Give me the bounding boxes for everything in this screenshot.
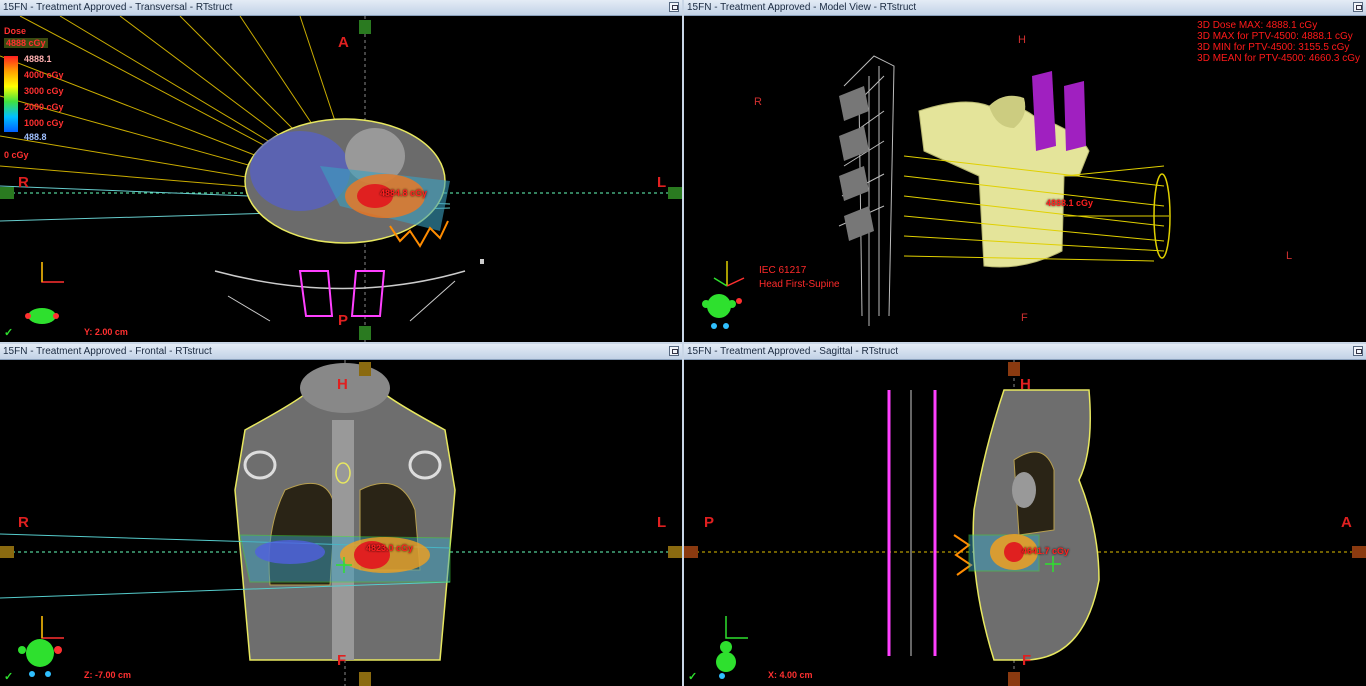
frontal-image	[0, 360, 682, 686]
sagittal-image	[684, 360, 1366, 686]
maximize-icon[interactable]	[669, 2, 679, 12]
dose-point-label: 4888.1 cGy	[1046, 198, 1094, 208]
frontal-pane[interactable]: 15FN - Treatment Approved - Frontal - RT…	[0, 344, 682, 686]
maximize-icon[interactable]	[1353, 2, 1363, 12]
orient-left-label: R	[754, 96, 762, 108]
iec-standard: IEC 61217	[759, 265, 807, 276]
stat-ptv-max: 3D MAX for PTV-4500: 4888.1 cGy	[1197, 31, 1353, 42]
legend-level-3000: 3000 cGy	[24, 86, 64, 96]
frontal-view[interactable]: H F R L 4823.0 cGy Z: -7.00 cm ✓	[0, 360, 682, 686]
check-icon: ✓	[4, 671, 14, 683]
orient-right-label: L	[1286, 250, 1293, 262]
model-view-pane[interactable]: 15FN - Treatment Approved - Model View -…	[684, 0, 1366, 342]
legend-level-1000: 1000 cGy	[24, 118, 64, 128]
orient-top-label: H	[1020, 376, 1031, 393]
orient-left-label: R	[18, 174, 29, 191]
slice-coordinate: X: 4.00 cm	[768, 670, 813, 680]
maximize-icon[interactable]	[1353, 346, 1363, 356]
model-view[interactable]: 3D Dose MAX: 4888.1 cGy 3D MAX for PTV-4…	[684, 16, 1366, 342]
transversal-titlebar: 15FN - Treatment Approved - Transversal …	[0, 0, 682, 16]
orient-right-label: A	[1341, 514, 1352, 531]
slice-coordinate: Z: -7.00 cm	[84, 670, 132, 680]
model-title: 15FN - Treatment Approved - Model View -…	[687, 2, 917, 13]
frontal-titlebar: 15FN - Treatment Approved - Frontal - RT…	[0, 344, 682, 360]
stat-ptv-mean: 3D MEAN for PTV-4500: 4660.3 cGy	[1197, 53, 1360, 64]
dose-point-label: 4823.0 cGy	[366, 543, 414, 553]
legend-lower: 488.8	[24, 132, 47, 142]
orient-bottom-label: F	[1021, 312, 1028, 324]
sagittal-pane[interactable]: 15FN - Treatment Approved - Sagittal - R…	[684, 344, 1366, 686]
check-icon: ✓	[4, 327, 14, 339]
orient-right-label: L	[657, 174, 667, 191]
legend-min-box: 0 cGy	[4, 150, 29, 160]
stat-ptv-min: 3D MIN for PTV-4500: 3155.5 cGy	[1197, 42, 1350, 53]
slice-coordinate: Y: 2.00 cm	[84, 327, 128, 337]
dose-colorbar[interactable]	[4, 56, 18, 132]
transversal-view[interactable]: Dose 4888 cGy 4888.1 4000 cGy 3000 cGy 2…	[0, 16, 682, 342]
orient-bottom-label: F	[1022, 652, 1032, 669]
orient-top-label: A	[338, 34, 349, 51]
dose-statistics: 3D Dose MAX: 4888.1 cGy 3D MAX for PTV-4…	[1197, 20, 1360, 64]
sagittal-titlebar: 15FN - Treatment Approved - Sagittal - R…	[684, 344, 1366, 360]
orient-bottom-label: P	[338, 312, 349, 329]
transversal-image	[0, 16, 682, 342]
transversal-title: 15FN - Treatment Approved - Transversal …	[3, 2, 233, 13]
check-icon: ✓	[688, 671, 698, 683]
orient-top-label: H	[1018, 34, 1026, 46]
sagittal-view[interactable]: H F P A 4641.7 cGy X: 4.00 cm ✓	[684, 360, 1366, 686]
orient-right-label: L	[657, 514, 667, 531]
orient-top-label: H	[337, 376, 348, 393]
model-3d-image	[702, 55, 1171, 329]
orient-left-label: R	[18, 514, 29, 531]
legend-upper: 4888.1	[24, 54, 52, 64]
legend-title: Dose	[4, 26, 27, 36]
orient-bottom-label: F	[337, 652, 347, 669]
sagittal-title: 15FN - Treatment Approved - Sagittal - R…	[687, 346, 899, 357]
legend-max-box: 4888 cGy	[4, 38, 48, 48]
maximize-icon[interactable]	[669, 346, 679, 356]
dose-point-label: 4884.8 cGy	[380, 188, 428, 198]
stat-dose-max: 3D Dose MAX: 4888.1 cGy	[1197, 20, 1318, 31]
legend-level-2000: 2000 cGy	[24, 102, 64, 112]
transversal-pane[interactable]: 15FN - Treatment Approved - Transversal …	[0, 0, 682, 342]
dose-point-label: 4641.7 cGy	[1022, 546, 1070, 556]
legend-level-4000: 4000 cGy	[24, 70, 64, 80]
orient-left-label: P	[704, 514, 715, 531]
frontal-title: 15FN - Treatment Approved - Frontal - RT…	[3, 346, 212, 357]
patient-orientation: Head First-Supine	[759, 279, 840, 290]
model-titlebar: 15FN - Treatment Approved - Model View -…	[684, 0, 1366, 16]
